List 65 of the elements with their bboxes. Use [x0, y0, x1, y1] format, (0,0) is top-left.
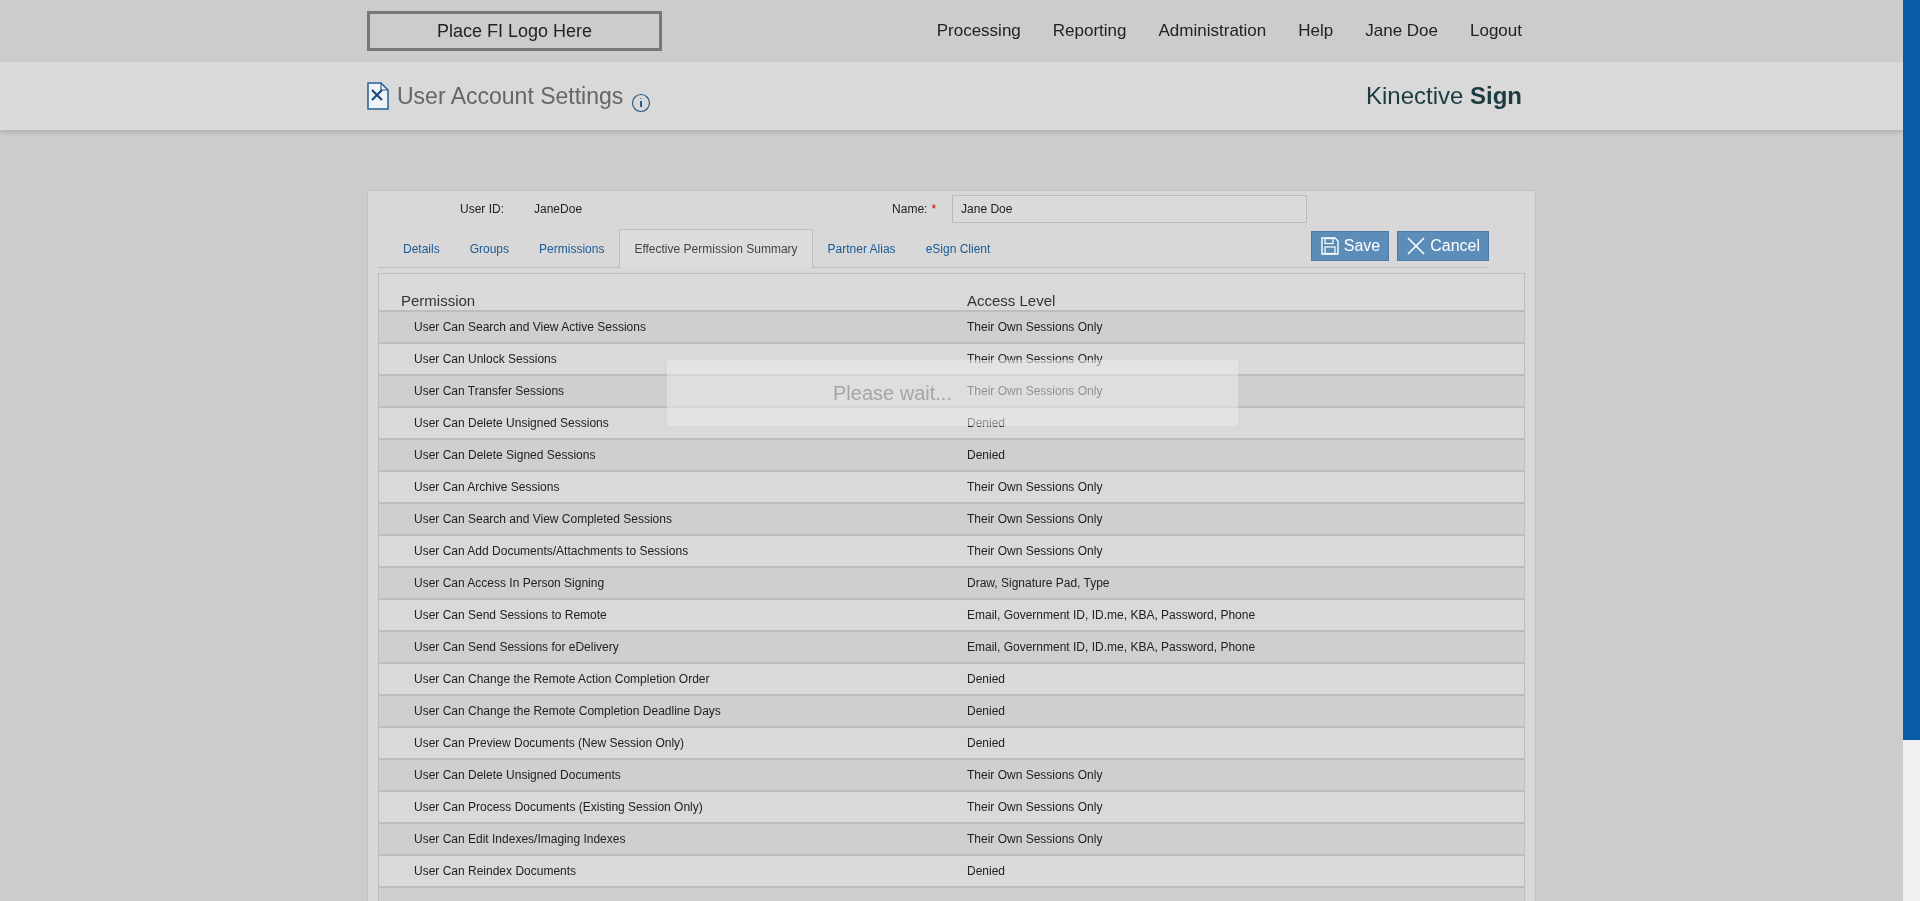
- table-cell: Denied: [967, 416, 1006, 430]
- tab[interactable]: eSign Client: [910, 229, 1006, 267]
- table-cell: User Can Send Sessions to Remote: [414, 608, 607, 622]
- table-cell: User Can Change the Remote Completion Deadline Days: [414, 704, 721, 718]
- tab[interactable]: Partner Alias: [812, 229, 911, 267]
- table-cell: Their Own Sessions Only: [967, 544, 1103, 558]
- table-cell: Their Own Sessions Only: [967, 384, 1103, 398]
- logo-placeholder-text: Place FI Logo Here: [436, 20, 593, 42]
- tab[interactable]: Effective Permission Summary: [619, 229, 813, 268]
- document-tools-icon: [367, 82, 389, 110]
- table-cell: User Can Unlock Sessions: [414, 352, 557, 366]
- table-cell: Draw, Signature Pad, Type: [967, 576, 1110, 590]
- tab[interactable]: Permissions: [524, 229, 620, 267]
- table-cell: Their Own Sessions Only: [967, 800, 1103, 814]
- column-header: Access Level: [967, 292, 1057, 310]
- table-cell: User Can Preview Documents (New Session Only): [414, 736, 685, 750]
- table-cell: User Can Delete Unsigned Documents: [414, 768, 621, 782]
- table-cell: User Can Search and View Completed Sessions: [414, 512, 672, 526]
- table-cell: Their Own Sessions Only: [967, 320, 1103, 334]
- required-mark: *: [931, 202, 937, 216]
- table-cell: User Can Edit Indexes/Imaging Indexes: [414, 832, 626, 846]
- column-header: Permission: [401, 292, 477, 310]
- table-cell: Their Own Sessions Only: [967, 480, 1103, 494]
- user-id-label: User ID:: [460, 202, 504, 216]
- cancel-button[interactable]: Cancel: [1397, 231, 1489, 261]
- table-cell: User Can Transfer Sessions: [414, 384, 565, 398]
- nav-link[interactable]: Jane Doe: [1365, 21, 1438, 41]
- table-cell: Denied: [967, 448, 1006, 462]
- nav-link[interactable]: Help: [1298, 21, 1334, 41]
- table-cell: User Can Access In Person Signing: [414, 576, 605, 590]
- table-cell: User Can Delete Signed Sessions: [414, 448, 596, 462]
- nav-link[interactable]: Processing: [936, 21, 1021, 41]
- table-cell: User Can Reindex Documents: [414, 864, 577, 878]
- table-cell: User Can Send Sessions for eDelivery: [414, 640, 619, 654]
- table-cell: Their Own Sessions Only: [967, 768, 1103, 782]
- table-cell: Denied: [967, 672, 1006, 686]
- table-cell: Denied: [967, 864, 1006, 878]
- scrollbar[interactable]: [1903, 0, 1920, 901]
- table-cell: Their Own Sessions Only: [967, 512, 1103, 526]
- page-title: User Account Settings: [397, 82, 624, 110]
- table-cell: User Can Change the Remote Action Completion Order: [414, 672, 710, 686]
- nav-link[interactable]: Logout: [1470, 21, 1522, 41]
- name-field[interactable]: Jane Doe: [952, 195, 1308, 223]
- table-cell: Denied: [967, 704, 1006, 718]
- table-cell: Denied: [967, 736, 1006, 750]
- save-button[interactable]: Save: [1310, 231, 1390, 261]
- info-icon[interactable]: [631, 93, 652, 113]
- table-cell: Their Own Sessions Only: [967, 832, 1103, 846]
- brand-logo: Kinective Sign: [1365, 82, 1522, 110]
- nav-link[interactable]: Reporting: [1052, 21, 1127, 41]
- nav-link[interactable]: Administration: [1158, 21, 1267, 41]
- table-cell: Email, Government ID, ID.me, KBA, Password, Phone: [967, 640, 1256, 654]
- loading-message: Please wait...: [833, 381, 952, 405]
- table-cell: Their Own Sessions Only: [967, 352, 1103, 366]
- table-cell: User Can Add Documents/Attachments to Sessions: [414, 544, 689, 558]
- tab[interactable]: Groups: [454, 229, 525, 267]
- table-cell: User Can Search and View Active Sessions: [414, 320, 646, 334]
- user-id-value: JaneDoe: [534, 202, 583, 216]
- table-cell: User Can Process Documents (Existing Session Only): [414, 800, 703, 814]
- name-label: Name:: [892, 202, 928, 216]
- table-cell: Email, Government ID, ID.me, KBA, Password, Phone: [967, 608, 1256, 622]
- tab[interactable]: Details: [388, 229, 455, 267]
- table-cell: User Can Archive Sessions: [414, 480, 560, 494]
- table-cell: User Can Delete Unsigned Sessions: [414, 416, 609, 430]
- close-icon: [1406, 236, 1427, 256]
